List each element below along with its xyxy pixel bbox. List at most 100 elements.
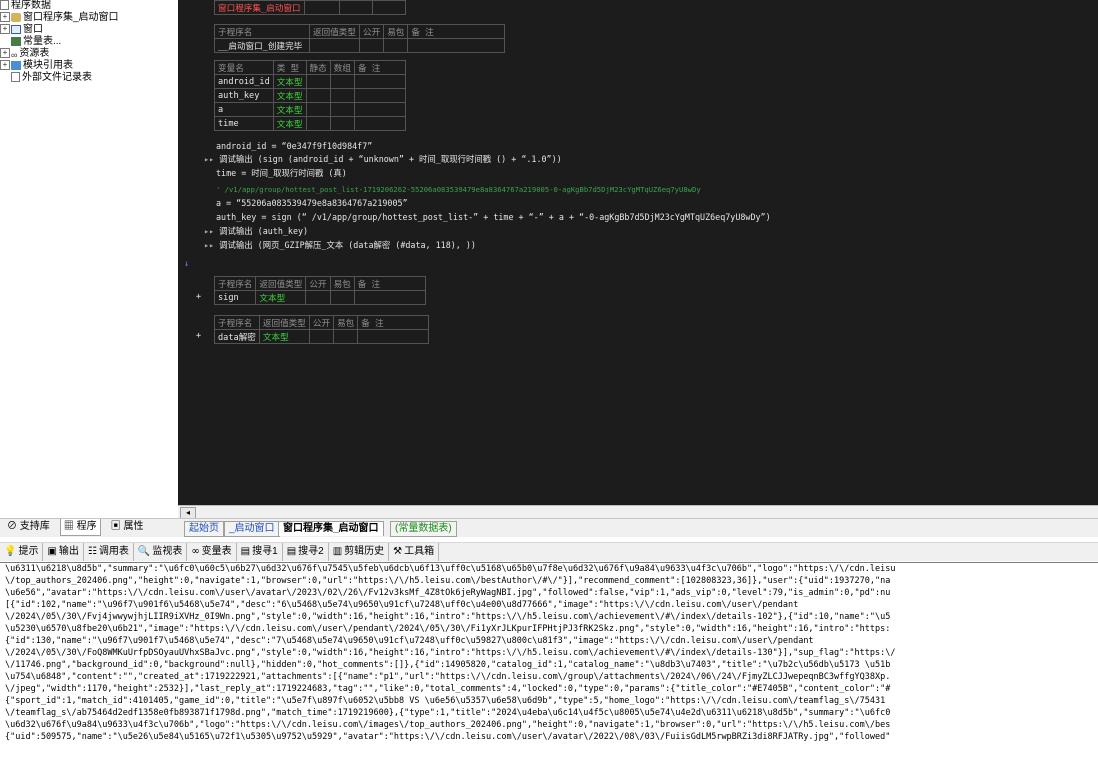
resource-icon: ∞ [11, 49, 18, 60]
cursor-marker-icon: ↓ [184, 258, 190, 268]
tree-label: 窗口 [23, 24, 43, 35]
left-panel-tabs: ⊘ 支持库 ▦ 程序 ▣ 属性 [0, 518, 178, 537]
editor-horizontal-scrollbar[interactable]: ◂ [178, 505, 1098, 519]
variable-table: 变量名 类 型 静态 数组 备 注 android_id 文本型 auth_key… [214, 60, 406, 131]
code-line[interactable]: time = 时间_取现行时间戳 (真) [216, 168, 347, 179]
code-line[interactable]: ▸▸ 调试输出 (auth_key) [204, 226, 308, 237]
program-icon: ▦ [63, 521, 74, 532]
tree-label: 资源表 [19, 48, 50, 59]
tree-label: 外部文件记录表 [22, 72, 92, 83]
comment-line[interactable]: ' /v1/app/group/hottest_post_list-171920… [216, 184, 701, 195]
expand-toggle-icon[interactable]: + [0, 48, 10, 59]
editor-tabs: 起始页 _启动窗口 窗口程序集_启动窗口 (常量数据表) [178, 518, 1098, 537]
output-line: \u6d32\u676f\u9a84\u9633\u4f3c\u706b","l… [5, 720, 891, 730]
output-line: [{"id":102,"name":"\u96f7\u901f6\u5468\u… [5, 600, 799, 610]
search1-icon: ▤ [240, 546, 251, 557]
tab-constant-data[interactable]: (常量数据表) [390, 521, 457, 537]
return-type[interactable]: 文本型 [255, 290, 307, 305]
output-line: {"uid":509575,"name":"\u5e26\u5e84\u5165… [5, 732, 891, 742]
code-line[interactable]: ▸▸ 调试输出 (sign (android_id + “unknown” + … [204, 154, 562, 165]
subroutine-name[interactable]: __启动窗口_创建完毕 [214, 38, 310, 53]
tab-search2[interactable]: ▤ 搜寻2 [283, 543, 329, 561]
tree-label: 窗口程序集_启动窗口 [23, 12, 119, 23]
var-name[interactable]: a [214, 102, 274, 117]
tab-variables[interactable]: ∞ 变量表 [187, 543, 237, 561]
output-icon: ▣ [47, 546, 57, 557]
output-line: \/jpeg","width":1170,"height":2532}],"la… [5, 684, 891, 694]
output-line: {"sport_id":1,"match_id":4101405,"game_i… [5, 696, 886, 706]
tree-item-constants[interactable]: 常量表... [0, 36, 178, 48]
tab-toolbox[interactable]: ⚒ 工具箱 [389, 543, 440, 561]
tree-item-window-assembly[interactable]: + 窗口程序集_启动窗口 [0, 12, 178, 24]
tab-window-assembly[interactable]: 窗口程序集_启动窗口 [278, 521, 384, 536]
code-line[interactable]: android_id = “0e347f9f10d984f7” [216, 141, 372, 152]
assembly-name-cell[interactable]: 窗口程序集_启动窗口 [214, 0, 305, 15]
output-line: \/2024\/05\/30\/FoQ8WMKuUrfpDSOyauUVhxSB… [5, 648, 896, 658]
output-line: \/teamflag_s\/ab75464d2edf1358e0fb893871… [5, 708, 891, 718]
var-name[interactable]: time [214, 116, 274, 131]
output-line: {"id":130,"name":"\u96f7\u901f7\u5468\u5… [5, 636, 814, 646]
code-line[interactable]: ▸▸ 调试输出 (网页_GZIP解压_文本 (data解密 (#data, 11… [204, 240, 476, 251]
subroutine-table: 子程序名 返回值类型 公开 易包 备 注 __启动窗口_创建完毕 [214, 24, 506, 53]
tab-start-page[interactable]: 起始页 [184, 521, 224, 537]
var-type[interactable]: 文本型 [272, 74, 307, 89]
assembly-icon [11, 12, 21, 22]
output-line: \u6311\u6218\u8d5b","summary":"\u6fc0\u6… [5, 564, 896, 574]
tab-search1[interactable]: ▤ 搜寻1 [237, 543, 283, 561]
subroutine-name[interactable]: data解密 [214, 329, 260, 344]
decrypt-subroutine-table: 子程序名 返回值类型 公开 易包 备 注 data解密 文本型 [214, 315, 430, 344]
tab-watch[interactable]: 🔍 监视表 [134, 543, 188, 561]
expand-toggle-icon[interactable]: + [0, 24, 10, 35]
output-toolbar: 💡 提示 ▣ 输出 ☷ 调用表 🔍 监视表 ∞ 变量表 ▤ 搜寻1 ▤ 搜寻2 ▥ 剪辑历史 ⚒ 工具箱 [0, 542, 1098, 561]
output-line: \u5230\u6570\u8fbe20\u6b21","image":"htt… [5, 624, 891, 634]
run-arrow-icon: ▸▸ [204, 154, 220, 164]
expand-plus-icon[interactable]: + [196, 291, 201, 302]
search2-icon: ▤ [286, 546, 297, 557]
tree-item-window[interactable]: + 窗口 [0, 24, 178, 36]
tab-properties[interactable]: ▣ 属性 [108, 519, 147, 535]
tree-item-resources[interactable]: + ∞ 资源表 [0, 48, 178, 60]
toolbox-icon: ⚒ [393, 546, 403, 557]
code-line[interactable]: auth_key = sign (“ /v1/app/group/hottest… [216, 212, 771, 223]
output-line: \/top_authors_202406.png","height":0,"na… [5, 576, 891, 586]
var-type[interactable]: 文本型 [272, 88, 307, 103]
file-icon [0, 0, 9, 11]
run-arrow-icon: ▸▸ [204, 226, 220, 236]
tree-item-module-refs[interactable]: + 模块引用表 [0, 60, 178, 72]
tree-label: 常量表... [23, 36, 62, 47]
tree-item-external-files[interactable]: 外部文件记录表 [0, 72, 178, 84]
tree-label: 程序数据 [11, 0, 51, 11]
tab-startup-window[interactable]: _启动窗口 [224, 521, 280, 537]
tip-icon: 💡 [4, 546, 17, 557]
file-icon [11, 72, 20, 83]
return-type[interactable]: 文本型 [258, 329, 310, 344]
output-line: \/2024\/05\/30\/Fvj4jwwywjhjLIIR9iXVHz_0… [5, 612, 891, 622]
assembly-header-table: 窗口程序集_启动窗口 [214, 0, 406, 15]
tree-item-program-data[interactable]: 程序数据 [0, 0, 178, 12]
var-type[interactable]: 文本型 [272, 102, 307, 117]
monitor-icon: 🔍 [137, 546, 151, 557]
tab-support-library[interactable]: ⊘ 支持库 [4, 519, 53, 535]
tab-call-table[interactable]: ☷ 调用表 [84, 543, 134, 561]
project-tree-panel: 程序数据 + 窗口程序集_启动窗口 + 窗口 常量表... + ∞ 资源表 + 模块引用表… [0, 0, 178, 518]
subroutine-name[interactable]: sign [213, 290, 257, 305]
library-icon: ⊘ [7, 521, 17, 532]
output-line: \u6e56","avatar":"https:\/\/cdn.leisu.co… [5, 588, 891, 598]
tab-output[interactable]: ▣ 输出 [43, 543, 84, 561]
var-name[interactable]: auth_key [214, 88, 274, 103]
var-type[interactable]: 文本型 [272, 116, 307, 131]
editor-gutter [178, 0, 188, 505]
tab-tips[interactable]: 💡 提示 [0, 543, 44, 561]
var-name[interactable]: android_id [214, 74, 274, 89]
expand-toggle-icon[interactable]: + [0, 60, 10, 71]
code-line[interactable]: a = “55206a083539479e8a8364767a219005” [216, 198, 408, 209]
output-text-area[interactable]: \u6311\u6218\u8d5b","summary":"\u6fc0\u6… [0, 562, 1098, 759]
properties-icon: ▣ [110, 521, 121, 532]
expand-plus-icon[interactable]: + [196, 330, 201, 341]
code-editor[interactable]: 窗口程序集_启动窗口 子程序名 返回值类型 公开 易包 备 注 __启动窗口_创… [178, 0, 1098, 505]
tab-program[interactable]: ▦ 程序 [59, 519, 101, 536]
sign-subroutine-table: 子程序名 返回值类型 公开 易包 备 注 sign 文本型 [213, 276, 426, 305]
expand-toggle-icon[interactable]: + [0, 12, 10, 23]
tab-clipboard-history[interactable]: ▥ 剪辑历史 [329, 543, 390, 561]
clipboard-icon: ▥ [332, 546, 343, 557]
